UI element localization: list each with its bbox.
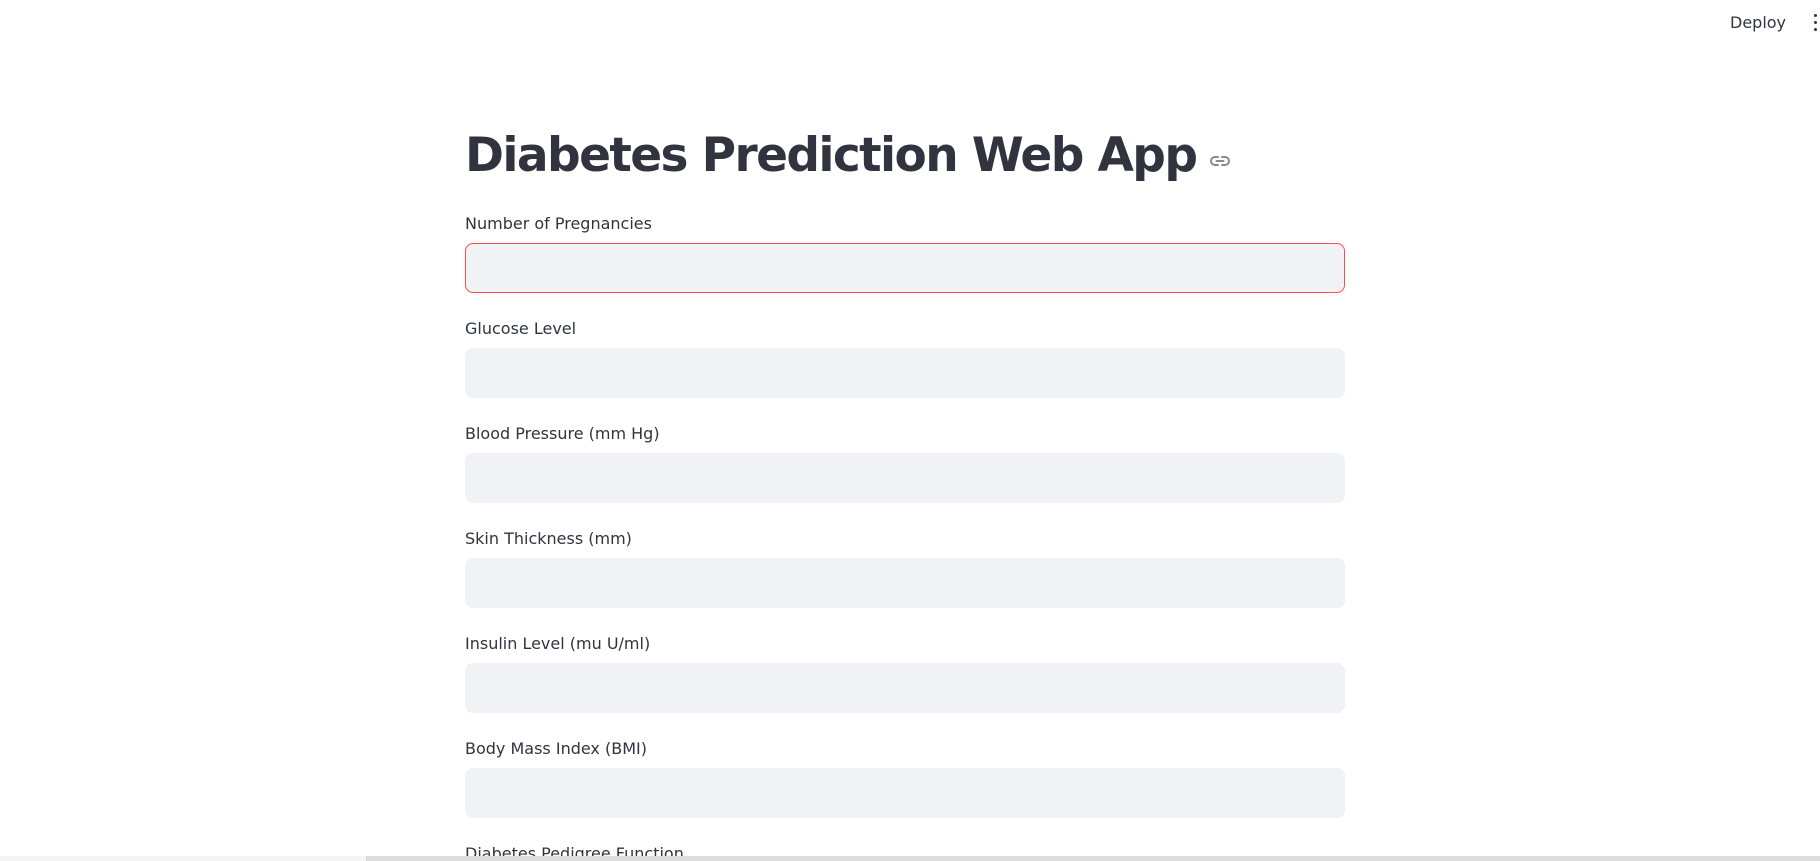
field-label: Insulin Level (mu U/ml) bbox=[465, 634, 651, 653]
field-label: Number of Pregnancies bbox=[465, 214, 652, 233]
field-label: Skin Thickness (mm) bbox=[465, 529, 632, 548]
glucose-input[interactable] bbox=[465, 348, 1345, 398]
pregnancies-input[interactable] bbox=[465, 243, 1345, 293]
app-page: Deploy Diabetes Prediction Web App Numbe… bbox=[0, 0, 1820, 861]
field-label: Body Mass Index (BMI) bbox=[465, 739, 647, 758]
field-glucose: Glucose Level bbox=[465, 318, 1345, 398]
field-bmi: Body Mass Index (BMI) bbox=[465, 738, 1345, 818]
insulin-input[interactable] bbox=[465, 663, 1345, 713]
title-row: Diabetes Prediction Web App bbox=[465, 120, 1232, 192]
vertical-ellipsis-icon[interactable] bbox=[1810, 12, 1820, 34]
blood-pressure-input[interactable] bbox=[465, 453, 1345, 503]
field-pregnancies: Number of Pregnancies bbox=[465, 213, 1345, 293]
page-title: Diabetes Prediction Web App bbox=[465, 128, 1198, 183]
bmi-input[interactable] bbox=[465, 768, 1345, 818]
skin-thickness-input[interactable] bbox=[465, 558, 1345, 608]
field-blood-pressure: Blood Pressure (mm Hg) bbox=[465, 423, 1345, 503]
field-label: Glucose Level bbox=[465, 319, 577, 338]
scrollbar-thumb[interactable] bbox=[0, 856, 367, 861]
deploy-button[interactable]: Deploy bbox=[1722, 10, 1794, 36]
app-header: Deploy bbox=[0, 0, 1820, 46]
field-skin-thickness: Skin Thickness (mm) bbox=[465, 528, 1345, 608]
field-label: Blood Pressure (mm Hg) bbox=[465, 424, 660, 443]
link-icon[interactable] bbox=[1208, 149, 1232, 173]
field-insulin: Insulin Level (mu U/ml) bbox=[465, 633, 1345, 713]
